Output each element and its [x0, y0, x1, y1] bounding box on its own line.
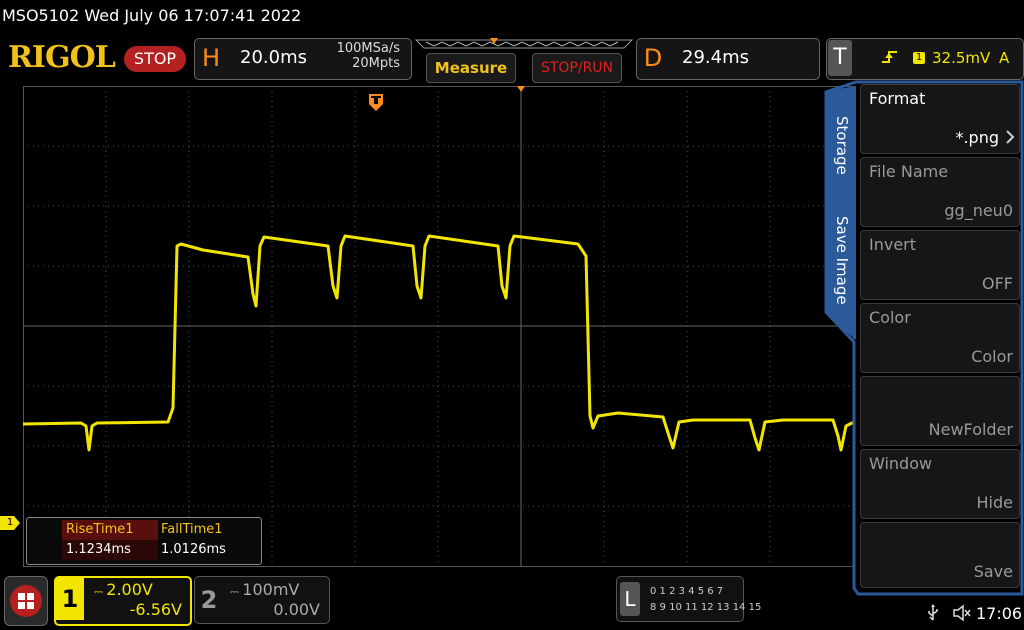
tab-storage[interactable]: Storage: [833, 116, 851, 175]
logic-channels-row1: 0 1 2 3 4 5 6 7: [650, 586, 724, 597]
menu-file-name-value: gg_neu0: [944, 201, 1013, 220]
trigger-mode: A: [999, 49, 1010, 67]
menu-save-label: Save: [973, 562, 1013, 581]
trigger-panel[interactable]: [826, 38, 1024, 80]
fall-time-value: 1.0126ms: [161, 542, 226, 557]
menu-format-title: Format: [869, 89, 926, 108]
measure-button[interactable]: Measure: [426, 53, 516, 83]
sample-rate: 100MSa/s: [336, 41, 400, 56]
trigger-label: T: [828, 40, 852, 76]
ch2-scale-value: 100mV: [242, 580, 300, 599]
menu-invert-value: OFF: [982, 274, 1013, 293]
ch1-ground-marker[interactable]: 1: [0, 516, 20, 530]
model-datetime: MSO5102 Wed July 06 17:07:41 2022: [2, 6, 302, 25]
menu-file-name[interactable]: File Name gg_neu0: [860, 157, 1020, 227]
speaker-muted-icon[interactable]: [952, 604, 972, 622]
usb-icon: [928, 604, 938, 621]
menu-window-value: Hide: [976, 493, 1013, 512]
rise-time-header: RiseTime1: [62, 520, 158, 540]
horizontal-label: H: [201, 44, 221, 72]
logic-label: L: [620, 582, 640, 616]
memory-depth: 20Mpts: [352, 56, 400, 71]
fall-time-header: FallTime1: [161, 522, 223, 537]
ch2-scale: ⎓ 100mV: [230, 580, 299, 599]
ch1-scale: ⎓ 2.00V: [94, 580, 153, 599]
home-grid-icon: [10, 585, 42, 617]
run-state-badge[interactable]: STOP: [124, 46, 186, 72]
chevron-right-icon: [1006, 130, 1015, 144]
menu-color-title: Color: [869, 308, 911, 327]
trigger-position-bar: [414, 38, 634, 49]
menu-window-title: Window: [869, 454, 933, 473]
trigger-level: 32.5mV: [932, 49, 991, 67]
menu-color[interactable]: Color Color: [860, 303, 1020, 373]
rise-time-value: 1.1234ms: [62, 540, 158, 560]
ch1-scale-value: 2.00V: [106, 580, 153, 599]
menu-format-value: *.png: [955, 128, 999, 147]
menu-color-value: Color: [971, 347, 1013, 366]
ch1-offset: -6.56V: [129, 600, 182, 619]
trigger-source: 1: [913, 52, 925, 64]
timebase-value: 20.0ms: [240, 47, 307, 68]
rigol-logo: RIGOL: [8, 40, 116, 75]
delay-value: 29.4ms: [682, 47, 749, 68]
stoprun-button[interactable]: STOP/RUN: [532, 53, 622, 83]
ch2-offset: 0.00V: [273, 600, 320, 619]
menu-window[interactable]: Window Hide: [860, 449, 1020, 519]
rising-edge-icon: [882, 51, 897, 63]
waveform-display[interactable]: [23, 86, 854, 567]
menu-save[interactable]: Save: [860, 522, 1020, 588]
menu-format[interactable]: Format *.png: [860, 84, 1020, 154]
menu-new-folder[interactable]: NewFolder: [860, 376, 1020, 446]
logic-channels-row2: 8 9 10 11 12 13 14 15: [650, 602, 762, 613]
menu-new-folder-label: NewFolder: [928, 420, 1013, 439]
dc-coupling-icon: ⎓: [94, 585, 107, 598]
delay-label: D: [643, 44, 663, 72]
ch1-number: 1: [56, 578, 84, 620]
menu-invert[interactable]: Invert OFF: [860, 230, 1020, 300]
dc-coupling-icon: ⎓: [230, 585, 243, 598]
clock: 17:06: [976, 604, 1023, 623]
menu-file-name-title: File Name: [869, 162, 949, 181]
sample-info: 100MSa/s 20Mpts: [318, 41, 400, 71]
menu-invert-title: Invert: [869, 235, 917, 254]
ch2-number: 2: [200, 586, 218, 614]
tab-save-image[interactable]: Save Image: [833, 216, 851, 305]
home-button[interactable]: [4, 576, 48, 626]
status-bar: MSO5102 Wed July 06 17:07:41 2022: [0, 0, 1024, 34]
